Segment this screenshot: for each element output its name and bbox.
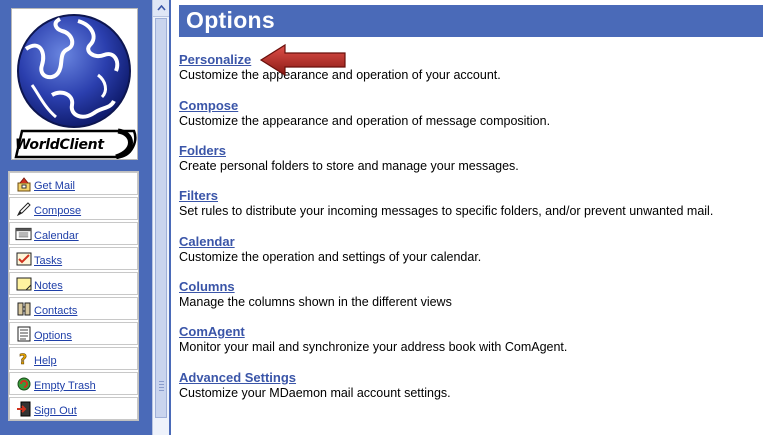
- sidebar-item-label[interactable]: Get Mail: [34, 180, 75, 194]
- mailbox-icon: [15, 175, 32, 192]
- columns-link[interactable]: Columns: [179, 279, 452, 295]
- option-calendar: Calendar Customize the operation and set…: [179, 234, 481, 265]
- page-title: Options: [186, 7, 275, 33]
- sidebar-item-calendar[interactable]: Calendar: [9, 222, 138, 245]
- sidebar-item-label[interactable]: Sign Out: [34, 405, 77, 419]
- option-comagent: ComAgent Monitor your mail and synchroni…: [179, 324, 567, 355]
- svg-text:?: ?: [19, 352, 27, 367]
- scroll-up-button[interactable]: [153, 0, 169, 17]
- note-icon: [15, 275, 32, 292]
- sidebar-item-empty-trash[interactable]: Empty Trash: [9, 372, 138, 395]
- option-advanced-settings: Advanced Settings Customize your MDaemon…: [179, 370, 451, 401]
- sidebar-item-label[interactable]: Tasks: [34, 255, 62, 269]
- sidebar-item-compose[interactable]: Compose: [9, 197, 138, 220]
- sidebar-item-get-mail[interactable]: Get Mail: [9, 172, 138, 195]
- sidebar-item-help[interactable]: ? Help: [9, 347, 138, 370]
- filters-link[interactable]: Filters: [179, 188, 713, 204]
- sidebar-item-label[interactable]: Options: [34, 330, 72, 344]
- help-question-icon: ?: [15, 350, 32, 367]
- option-description: Monitor your mail and synchronize your a…: [179, 340, 568, 354]
- sidebar-item-contacts[interactable]: Contacts: [9, 297, 138, 320]
- options-notepad-icon: [15, 325, 32, 342]
- sidebar-item-label[interactable]: Compose: [34, 205, 81, 219]
- sidebar-item-tasks[interactable]: Tasks: [9, 247, 138, 270]
- red-pointer-arrow-icon: [259, 43, 346, 77]
- sidebar-item-label[interactable]: Contacts: [34, 305, 77, 319]
- option-description: Customize your MDaemon mail account sett…: [179, 386, 451, 400]
- page-header: Options: [179, 5, 763, 37]
- sidebar-item-label[interactable]: Empty Trash: [34, 380, 96, 394]
- option-description: Manage the columns shown in the differen…: [179, 295, 452, 309]
- option-description: Customize the operation and settings of …: [179, 250, 482, 264]
- sidebar-item-notes[interactable]: Notes: [9, 272, 138, 295]
- sidebar-item-label[interactable]: Help: [34, 355, 57, 369]
- chevron-up-icon: [156, 5, 166, 11]
- checklist-icon: [15, 250, 32, 267]
- sidebar: WorldClient Get Mail Compose Calendar Ta…: [0, 0, 152, 435]
- sidebar-item-sign-out[interactable]: Sign Out: [9, 397, 138, 420]
- option-filters: Filters Set rules to distribute your inc…: [179, 188, 713, 219]
- pen-icon: [15, 200, 32, 217]
- frame-scrollbar[interactable]: [152, 0, 169, 435]
- trash-icon: [15, 375, 32, 392]
- advanced-settings-link[interactable]: Advanced Settings: [179, 370, 451, 386]
- sidebar-nav: Get Mail Compose Calendar Tasks Notes Co…: [8, 171, 139, 421]
- calendar-link[interactable]: Calendar: [179, 234, 481, 250]
- comagent-link[interactable]: ComAgent: [179, 324, 567, 340]
- logo-text: WorldClient: [15, 137, 104, 153]
- frame-divider[interactable]: [169, 0, 171, 435]
- sidebar-item-label[interactable]: Notes: [34, 280, 63, 294]
- option-description: Set rules to distribute your incoming me…: [179, 204, 714, 218]
- worldclient-logo: WorldClient: [11, 8, 138, 160]
- sign-out-door-icon: [15, 400, 32, 417]
- option-columns: Columns Manage the columns shown in the …: [179, 279, 452, 310]
- address-book-icon: [15, 300, 32, 317]
- option-description: Create personal folders to store and man…: [179, 159, 519, 173]
- option-folders: Folders Create personal folders to store…: [179, 143, 519, 174]
- compose-link[interactable]: Compose: [179, 98, 550, 114]
- scroll-thumb[interactable]: [155, 18, 167, 418]
- sidebar-item-options[interactable]: Options: [9, 322, 138, 345]
- scroll-grip-icon: [159, 381, 164, 393]
- option-compose: Compose Customize the appearance and ope…: [179, 98, 550, 129]
- option-description: Customize the appearance and operation o…: [179, 114, 551, 128]
- folders-link[interactable]: Folders: [179, 143, 519, 159]
- sidebar-item-label[interactable]: Calendar: [34, 230, 79, 244]
- calendar-icon: [15, 225, 32, 242]
